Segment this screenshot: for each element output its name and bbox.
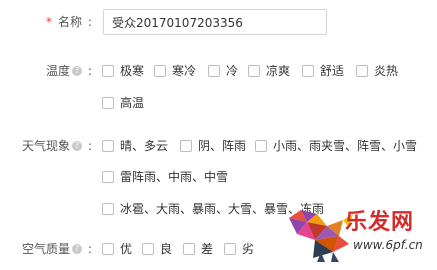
checkbox[interactable] <box>302 64 314 77</box>
watermark-url: www.6pf.cn <box>353 238 423 252</box>
checkbox[interactable] <box>248 64 260 77</box>
help-icon[interactable]: ? <box>71 65 82 76</box>
air-option-bad[interactable]: 劣 <box>224 240 254 257</box>
temperature-label: 温度 ? : <box>45 63 92 79</box>
checkbox[interactable] <box>255 139 267 152</box>
help-icon[interactable]: ? <box>71 243 82 254</box>
air-quality-label: 空气质量 ? : <box>21 241 92 257</box>
temperature-label-text: 温度 <box>45 64 70 78</box>
checkbox[interactable] <box>102 139 114 152</box>
checkbox[interactable] <box>102 170 114 183</box>
help-icon[interactable]: ? <box>71 140 82 151</box>
temp-option-cool[interactable]: 冷 <box>208 62 238 79</box>
temp-option-hot[interactable]: 炎热 <box>356 62 398 79</box>
watermark-logo: 乐发网 www.6pf.cn <box>283 200 433 266</box>
checkbox[interactable] <box>102 242 114 255</box>
name-label: * 名称 : <box>45 14 92 30</box>
name-input[interactable] <box>103 9 327 35</box>
checkbox[interactable] <box>208 64 220 77</box>
air-option-excellent[interactable]: 优 <box>102 240 132 257</box>
checkbox[interactable] <box>224 242 236 255</box>
temp-option-cold[interactable]: 寒冷 <box>154 62 196 79</box>
weather-label-text: 天气现象 <box>21 139 70 153</box>
checkbox[interactable] <box>142 242 154 255</box>
checkbox[interactable] <box>180 139 192 152</box>
weather-option-light-rain-snow[interactable]: 小雨、雨夹雪、阵雪、小雪 <box>255 137 417 154</box>
air-option-good[interactable]: 良 <box>142 240 172 257</box>
checkbox[interactable] <box>154 64 166 77</box>
temp-option-extreme-cold[interactable]: 极寒 <box>102 62 144 79</box>
checkbox[interactable] <box>183 242 195 255</box>
required-mark: * <box>45 14 52 29</box>
air-quality-label-text: 空气质量 <box>21 242 70 256</box>
checkbox[interactable] <box>102 64 114 77</box>
air-option-poor[interactable]: 差 <box>183 240 213 257</box>
checkbox[interactable] <box>102 96 114 109</box>
temp-option-mild[interactable]: 凉爽 <box>248 62 290 79</box>
checkbox[interactable] <box>356 64 368 77</box>
weather-option-overcast-shower[interactable]: 阴、阵雨 <box>180 137 246 154</box>
temp-option-comfortable[interactable]: 舒适 <box>302 62 344 79</box>
weather-label: 天气现象 ? : <box>21 138 92 154</box>
watermark-title: 乐发网 <box>345 209 415 235</box>
weather-option-sunny-cloudy[interactable]: 晴、多云 <box>102 137 168 154</box>
name-label-text: 名称 <box>57 15 82 29</box>
temp-option-high-heat[interactable]: 高温 <box>102 94 144 111</box>
checkbox[interactable] <box>102 202 114 215</box>
weather-option-thunder-moderate[interactable]: 雷阵雨、中雨、中雪 <box>102 168 228 185</box>
